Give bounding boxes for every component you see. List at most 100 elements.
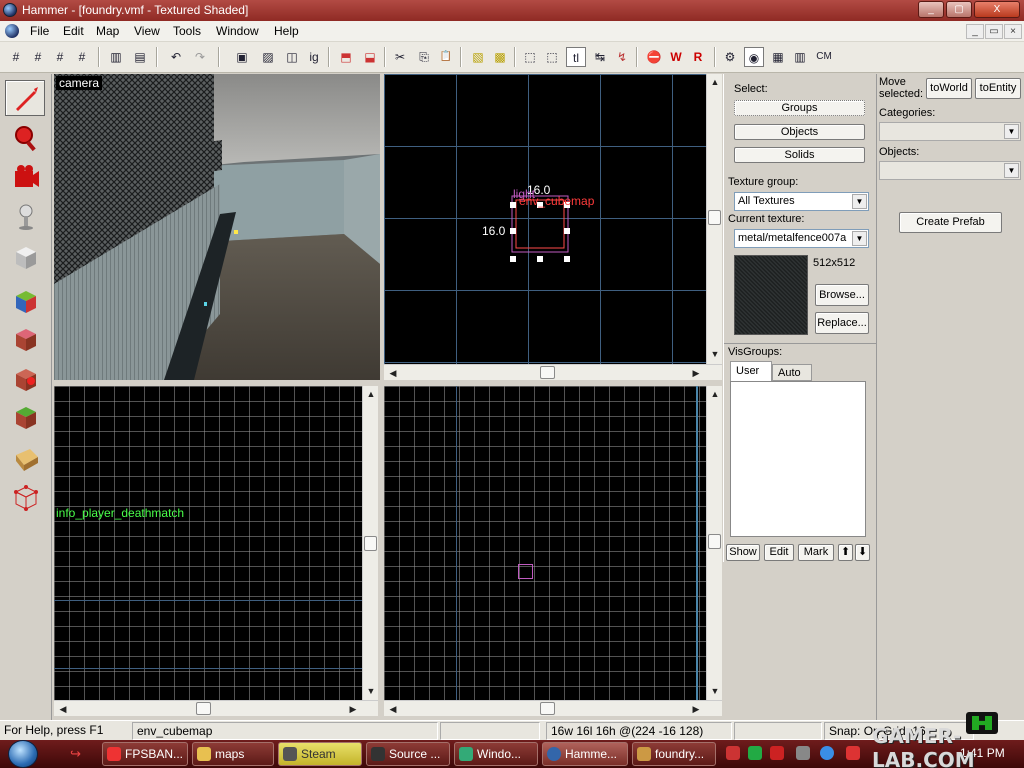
close-button[interactable]: X: [974, 1, 1020, 18]
magnify-tool-button[interactable]: [5, 119, 45, 155]
run-map-icon[interactable]: R: [688, 47, 708, 67]
menu-help[interactable]: Help: [274, 24, 299, 38]
cubemap-toggle-icon[interactable]: CM: [812, 47, 836, 67]
tray-icon[interactable]: [748, 746, 762, 760]
solids-button[interactable]: Solids: [734, 147, 865, 163]
toggle-helpers-icon[interactable]: ↹: [590, 47, 610, 67]
maximize-button[interactable]: ▢: [946, 1, 972, 18]
tab-auto[interactable]: Auto: [772, 364, 812, 381]
texture-application-button[interactable]: [5, 282, 45, 318]
scroll-down-arrow[interactable]: ▼: [708, 347, 722, 361]
toggle-text-icon[interactable]: tl: [566, 47, 586, 67]
scroll-down-arrow[interactable]: ▼: [364, 684, 378, 698]
browse-button[interactable]: Browse...: [815, 284, 869, 306]
task-source-sdk[interactable]: Source ...: [366, 742, 450, 766]
texture-scale-lock-icon[interactable]: ▩: [490, 47, 510, 67]
load-window-state-icon[interactable]: ▥: [106, 47, 126, 67]
hollow-icon[interactable]: ⬓: [360, 47, 380, 67]
document-icon[interactable]: [5, 24, 19, 38]
show-button[interactable]: Show: [726, 544, 760, 561]
doc-restore-button[interactable]: ▭: [985, 24, 1003, 39]
texture-group-select[interactable]: All Textures ▼: [734, 192, 869, 211]
copy-icon[interactable]: ⎘: [414, 47, 434, 67]
task-steam[interactable]: Steam: [278, 742, 362, 766]
scroll-thumb[interactable]: [196, 702, 211, 715]
top-view-vertical-scrollbar[interactable]: ▲ ▼: [706, 74, 722, 364]
task-fpsbanana[interactable]: FPSBAN...: [102, 742, 188, 766]
camera-tool-button[interactable]: [5, 158, 45, 194]
move-up-button[interactable]: ⬆: [838, 544, 853, 561]
carve-icon[interactable]: ⬒: [336, 47, 356, 67]
categories-select[interactable]: ▼: [879, 122, 1021, 141]
toggle-groups-icon[interactable]: ▥: [790, 47, 810, 67]
steam-tray-icon[interactable]: [796, 746, 810, 760]
doc-close-button[interactable]: ×: [1004, 24, 1022, 39]
toggle-wireframe-icon[interactable]: ▦: [768, 47, 788, 67]
scroll-down-arrow[interactable]: ▼: [708, 684, 722, 698]
scroll-left-arrow[interactable]: ◀: [386, 366, 400, 380]
minimize-button[interactable]: _: [918, 1, 944, 18]
top-2d-viewport[interactable]: 16.0 16.0 light env_cubemap: [384, 74, 706, 364]
replace-button[interactable]: Replace...: [815, 312, 869, 334]
menu-edit[interactable]: Edit: [63, 24, 84, 38]
side-view-vertical-scrollbar[interactable]: ▲ ▼: [362, 386, 378, 700]
scroll-thumb[interactable]: [708, 210, 721, 225]
grid-toggle-icon[interactable]: #: [6, 47, 26, 67]
clipping-tool-button[interactable]: [5, 440, 45, 476]
selection-tool-button[interactable]: [5, 80, 45, 116]
scroll-thumb[interactable]: [540, 702, 555, 715]
ignore-grouping-icon[interactable]: ig: [304, 47, 324, 67]
objects-button[interactable]: Objects: [734, 124, 865, 140]
current-texture-select[interactable]: metal/metalfence007a ▼: [734, 229, 869, 248]
selection-box-icon[interactable]: ⬚: [520, 47, 540, 67]
hide-items-icon[interactable]: ◫: [282, 47, 302, 67]
apply-texture-button[interactable]: [5, 320, 45, 356]
menu-tools[interactable]: Tools: [173, 24, 201, 38]
entity-report-icon[interactable]: ⚙: [720, 47, 740, 67]
scroll-thumb[interactable]: [540, 366, 555, 379]
toggle-models-icon[interactable]: ↯: [612, 47, 632, 67]
to-entity-button[interactable]: toEntity: [975, 78, 1021, 99]
block-tool-button[interactable]: [5, 238, 45, 274]
scroll-up-arrow[interactable]: ▲: [364, 387, 378, 401]
tray-icon[interactable]: [846, 746, 860, 760]
tab-user[interactable]: User: [730, 361, 772, 381]
scroll-thumb[interactable]: [364, 536, 377, 551]
front-2d-viewport[interactable]: [384, 386, 706, 700]
cut-icon[interactable]: ✂: [390, 47, 410, 67]
undo-icon[interactable]: ↶: [166, 47, 186, 67]
scroll-thumb[interactable]: [708, 534, 721, 549]
edit-button[interactable]: Edit: [764, 544, 794, 561]
overlay-tool-button[interactable]: [5, 398, 45, 434]
toggle-cordon-icon[interactable]: ◉: [744, 47, 764, 67]
scroll-right-arrow[interactable]: ▶: [346, 702, 360, 716]
tray-icon[interactable]: [770, 746, 784, 760]
to-world-button[interactable]: toWorld: [926, 78, 972, 99]
create-prefab-button[interactable]: Create Prefab: [899, 212, 1002, 233]
objects-select[interactable]: ▼: [879, 161, 1021, 180]
menu-file[interactable]: File: [30, 24, 49, 38]
grid-larger-icon[interactable]: #: [50, 47, 70, 67]
paste-icon[interactable]: 📋: [436, 47, 456, 67]
compile-map-icon[interactable]: W: [666, 47, 686, 67]
scroll-left-arrow[interactable]: ◀: [386, 702, 400, 716]
save-window-state-icon[interactable]: ▤: [130, 47, 150, 67]
menu-view[interactable]: View: [134, 24, 160, 38]
side-2d-viewport[interactable]: info_player_deathmatch: [54, 386, 362, 700]
decal-tool-button[interactable]: [5, 360, 45, 396]
groups-button[interactable]: Groups: [734, 100, 865, 116]
visgroups-list[interactable]: [730, 381, 866, 537]
grid-smaller-icon[interactable]: #: [28, 47, 48, 67]
scroll-right-arrow[interactable]: ▶: [689, 366, 703, 380]
tray-icon[interactable]: [726, 746, 740, 760]
task-windows[interactable]: Windo...: [454, 742, 538, 766]
entity-tool-button[interactable]: [5, 198, 45, 234]
texture-lock-icon[interactable]: ▧: [468, 47, 488, 67]
task-foundry[interactable]: foundry...: [632, 742, 716, 766]
quicklaunch-icon[interactable]: ↪: [70, 746, 81, 762]
camera-viewport[interactable]: camera: [54, 74, 380, 380]
mark-button[interactable]: Mark: [798, 544, 834, 561]
group-icon[interactable]: ▣: [232, 47, 252, 67]
grid-3d-icon[interactable]: #: [72, 47, 92, 67]
menu-window[interactable]: Window: [216, 24, 259, 38]
